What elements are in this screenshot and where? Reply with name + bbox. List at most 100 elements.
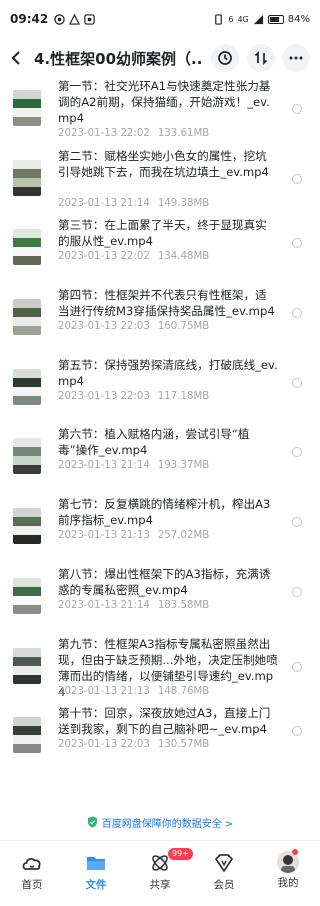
file-meta: 2023-01-13 21:14 149.38MB: [58, 198, 209, 209]
file-size: 183.58MB: [157, 599, 210, 611]
signal-label-2: 4G: [237, 14, 249, 24]
video-thumbnail: [13, 229, 41, 266]
file-meta: 2023-01-13 22:02 133.61MB: [58, 128, 209, 139]
file-size: 117.18MB: [157, 390, 210, 402]
file-meta: 2023-01-13 21:13 257.02MB: [58, 530, 209, 541]
file-name: 第一节：社交光环A1与快速奠定性张力基调的A2前期，保持猫缅，开始游戏！_ev.…: [58, 79, 271, 125]
file-size: 133.61MB: [157, 128, 210, 139]
chevron-left-icon: [11, 51, 20, 65]
tab-share-label: 共享: [149, 879, 171, 891]
page-title: 4.性框架00幼师案例（...: [34, 49, 202, 68]
home-cloud-icon: [22, 858, 41, 870]
select-checkbox[interactable]: [292, 104, 302, 114]
select-checkbox[interactable]: [292, 377, 302, 388]
history-button[interactable]: [211, 44, 239, 72]
list-item[interactable]: 第二节：赋格坐实她小色女的属性，挖坑引导她跳下去，而我在坑边填土_ev.mp4 2…: [0, 148, 320, 218]
video-thumbnail: [13, 717, 41, 754]
battery-percent: 84%: [287, 13, 310, 25]
file-date: 2023-01-13 21:13: [58, 685, 150, 697]
file-date: 2023-01-13 21:14: [58, 460, 150, 472]
list-item[interactable]: 第四节：性框架并不代表只有性框架，适当进行传统M3穿插保持奖品属性_ev.mp4…: [0, 287, 320, 357]
sort-button[interactable]: [247, 44, 275, 72]
file-meta: 2023-01-13 22:02 134.48MB: [58, 251, 209, 262]
video-thumbnail: [13, 577, 41, 614]
tab-home-label: 首页: [21, 879, 43, 891]
notification-dot: [292, 849, 298, 855]
back-button[interactable]: [0, 40, 34, 76]
notification-app-icon: [54, 13, 65, 25]
shield-icon: [87, 816, 97, 828]
list-item[interactable]: 第九节：性框架A3指标专属私密照虽然出现，但由于缺乏预期...外地，决定压制她喷…: [0, 636, 320, 706]
battery-icon: [267, 14, 284, 24]
file-date: 2023-01-13 22:02: [58, 128, 150, 139]
tab-home[interactable]: 首页: [0, 841, 64, 906]
notification-icons: [54, 13, 95, 25]
tab-me-label: 我的: [277, 877, 299, 889]
file-meta: 2023-01-13 22:03 130.57MB: [58, 739, 209, 750]
file-size: 193.37MB: [157, 460, 210, 472]
list-item[interactable]: 第五节：保持强势探清底线，打破底线_ev.mp4 2023-01-13 22:03…: [0, 357, 320, 427]
file-size: 149.38MB: [157, 197, 210, 209]
video-thumbnail: [13, 368, 41, 405]
select-checkbox[interactable]: [292, 238, 302, 249]
video-thumbnail: [13, 159, 41, 196]
list-item[interactable]: 第八节：爆出性框架下的A3指标，充满诱惑的专属私密照_ev.mp4 2023-01…: [0, 566, 320, 636]
tab-share[interactable]: 99+ 共享: [128, 841, 194, 906]
file-size: 160.75MB: [157, 321, 210, 333]
list-item[interactable]: 第七节：反复横跳的情绪榨汁机，榨出A3前序指标_ev.mp4 2023-01-13…: [0, 496, 320, 566]
list-item[interactable]: 第三节：在上面累了半天，终于显现真实的服从性_ev.mp4 2023-01-13 …: [0, 217, 320, 287]
file-name: 第五节：保持强势探清底线，打破底线_ev.mp4: [58, 357, 278, 388]
video-thumbnail: [13, 438, 41, 475]
file-meta: 2023-01-13 21:14 193.37MB: [58, 460, 209, 471]
security-notice[interactable]: 百度网盘保障你的数据安全 >: [0, 810, 320, 834]
more-icon: [289, 56, 303, 60]
file-meta: 2023-01-13 21:13 148.76MB: [58, 686, 209, 697]
share-badge: 99+: [167, 847, 194, 861]
file-name: 第十节：回京，深夜放她过A3，直接上门送到我家，剩下的自己脑补吧~_ev.mp4: [58, 706, 271, 737]
file-name: 第七节：反复横跳的情绪榨汁机，榨出A3前序指标_ev.mp4: [58, 497, 271, 528]
file-date: 2023-01-13 22:03: [58, 321, 150, 333]
video-thumbnail: [13, 299, 41, 336]
tab-vip[interactable]: 会员: [192, 841, 256, 906]
warning-icon: [69, 13, 81, 25]
video-thumbnail: [13, 647, 41, 684]
status-time: 09:42: [10, 12, 49, 26]
file-date: 2023-01-13 21:13: [58, 530, 150, 542]
list-item[interactable]: 第六节：植入赋格内涵，尝试引导“植毒”操作_ev.mp4 2023-01-13 2…: [0, 426, 320, 496]
vibrate-icon: [215, 13, 223, 25]
list-item[interactable]: 第十节：回京，深夜放她过A3，直接上门送到我家，剩下的自己脑补吧~_ev.mp4…: [0, 705, 320, 775]
file-name: 第六节：植入赋格内涵，尝试引导“植毒”操作_ev.mp4: [58, 427, 250, 458]
select-checkbox[interactable]: [292, 517, 302, 528]
file-meta: 2023-01-13 21:14 183.58MB: [58, 600, 209, 611]
select-checkbox[interactable]: [292, 447, 302, 458]
file-name: 第二节：赋格坐实她小色女的属性，挖坑引导她跳下去，而我在坑边填土_ev.mp4: [58, 148, 269, 179]
select-checkbox[interactable]: [292, 173, 302, 184]
header: 4.性框架00幼师案例（...: [0, 40, 320, 76]
bottom-tab-bar: 首页 文件 99+ 共享 会员 我的: [0, 840, 320, 906]
file-name: 第八节：爆出性框架下的A3指标，充满诱惑的专属私密照_ev.mp4: [58, 566, 271, 597]
folder-icon: [87, 857, 105, 870]
record-icon: [84, 13, 95, 25]
tab-files-label: 文件: [85, 879, 107, 891]
file-date: 2023-01-13 22:02: [58, 251, 150, 263]
security-notice-text: 百度网盘保障你的数据安全 >: [101, 818, 234, 830]
file-list: 第一节：社交光环A1与快速奠定性张力基调的A2前期，保持猫缅，开始游戏！_ev.…: [0, 78, 320, 775]
tab-vip-label: 会员: [213, 879, 235, 891]
select-checkbox[interactable]: [292, 726, 302, 737]
select-checkbox[interactable]: [292, 308, 302, 319]
signal-label-1: 6: [228, 14, 234, 24]
file-date: 2023-01-13 21:14: [58, 599, 150, 611]
list-item[interactable]: 第一节：社交光环A1与快速奠定性张力基调的A2前期，保持猫缅，开始游戏！_ev.…: [0, 78, 320, 148]
status-bar: 09:42 6 4G 84%: [0, 0, 320, 38]
select-checkbox[interactable]: [292, 586, 302, 597]
more-button[interactable]: [282, 44, 310, 72]
status-right: 6 4G 84%: [213, 14, 310, 25]
tab-me[interactable]: 我的: [256, 841, 320, 906]
file-date: 2023-01-13 22:03: [58, 390, 150, 402]
file-size: 130.57MB: [157, 739, 210, 751]
vip-icon: [214, 854, 234, 873]
file-size: 148.76MB: [157, 685, 210, 697]
file-name: 第三节：在上面累了半天，终于显现真实的服从性_ev.mp4: [58, 218, 267, 249]
select-checkbox[interactable]: [292, 661, 302, 672]
tab-files[interactable]: 文件: [64, 841, 128, 906]
